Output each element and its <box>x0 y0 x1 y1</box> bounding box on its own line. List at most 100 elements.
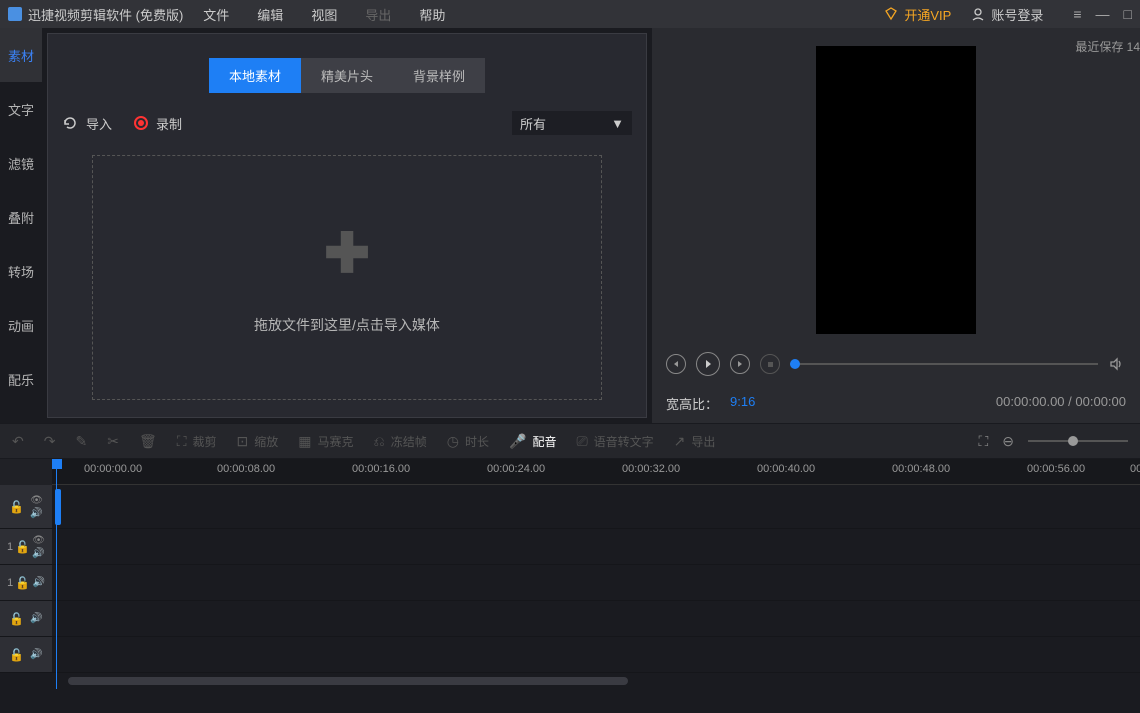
speaker-icon[interactable]: 🔊 <box>30 508 43 519</box>
time-current: 00:00:00.00 <box>996 394 1065 409</box>
menubar-right: 开通VIP 账号登录 ≡ — □ <box>884 5 1132 24</box>
import-label: 导入 <box>86 114 112 133</box>
lock-icon[interactable]: 🔓 <box>15 576 30 590</box>
track-body[interactable] <box>52 529 1140 564</box>
trash-icon: 🗑 <box>139 433 157 450</box>
ruler-tick: 00:00:08.00 <box>217 463 275 475</box>
timeline-scrollbar[interactable] <box>0 673 1140 689</box>
pencil-icon: ✎ <box>75 433 87 450</box>
media-dropzone[interactable]: ✚ 拖放文件到这里/点击导入媒体 <box>92 155 602 400</box>
menu-help[interactable]: 帮助 <box>419 5 445 24</box>
menu-file[interactable]: 文件 <box>203 5 229 24</box>
progress-bar[interactable] <box>790 363 1098 365</box>
zoom-out-button[interactable]: ⊖ <box>1002 433 1014 450</box>
mosaic-button[interactable]: ▦马赛克 <box>298 433 353 450</box>
playhead-marker[interactable] <box>52 459 62 469</box>
freeze-icon: ⎌ <box>374 433 385 450</box>
lock-icon[interactable]: 🔓 <box>9 500 24 514</box>
login-button[interactable]: 账号登录 <box>971 5 1043 24</box>
media-panel: 本地素材 精美片头 背景样例 导入 录制 所有 ▼ ✚ 拖放文件到这里/点击导入… <box>47 33 647 418</box>
sidebar-tab-overlay[interactable]: 叠附 <box>0 190 42 244</box>
speaker-icon[interactable]: 🔊 <box>32 577 44 588</box>
media-tab-opening[interactable]: 精美片头 <box>301 58 393 93</box>
zoom-label: 缩放 <box>254 433 278 450</box>
ruler-tick: 00:00:48.00 <box>892 463 950 475</box>
zoom-out-icon: ⊖ <box>1002 433 1014 450</box>
lock-icon[interactable]: 🔓 <box>9 648 24 662</box>
filter-select[interactable]: 所有 ▼ <box>512 111 632 135</box>
eye-icon[interactable]: 👁 <box>30 495 43 506</box>
import-button[interactable]: 导入 <box>62 114 112 133</box>
track-number: 1 <box>7 541 13 553</box>
preview-info: 宽高比： 9:16 00:00:00.00 / 00:00:00 <box>652 376 1140 413</box>
fit-icon: ⛶ <box>978 433 988 450</box>
timeline-area: 00:00:00.00 00:00:08.00 00:00:16.00 00:0… <box>0 459 1140 689</box>
mic-icon: 🎤 <box>509 433 526 450</box>
speaker-icon[interactable]: 🔊 <box>32 548 45 559</box>
aspect-value[interactable]: 9:16 <box>730 394 755 413</box>
save-label: 最近保存 14 <box>1075 38 1140 55</box>
voice-button[interactable]: 🎤配音 <box>509 433 556 450</box>
menu-view[interactable]: 视图 <box>311 5 337 24</box>
prev-frame-button[interactable] <box>666 354 686 374</box>
media-tab-background[interactable]: 背景样例 <box>393 58 485 93</box>
speaker-icon[interactable]: 🔊 <box>30 649 42 660</box>
sidebar-tab-text[interactable]: 文字 <box>0 82 42 136</box>
fit-button[interactable]: ⛶ <box>978 433 988 450</box>
eye-icon[interactable]: 👁 <box>32 535 45 546</box>
next-frame-button[interactable] <box>730 354 750 374</box>
export-button[interactable]: ↗导出 <box>674 433 716 450</box>
diamond-icon <box>884 7 898 21</box>
lock-icon[interactable]: 🔓 <box>9 612 24 626</box>
track-body[interactable] <box>52 637 1140 672</box>
track-toggles: 👁 🔊 <box>30 495 43 519</box>
media-tabs: 本地素材 精美片头 背景样例 <box>48 34 646 93</box>
edit-button[interactable]: ✎ <box>75 433 87 450</box>
track-body[interactable] <box>52 601 1140 636</box>
ruler-tick: 00:00:00.00 <box>84 463 142 475</box>
speaker-icon[interactable]: 🔊 <box>30 613 42 624</box>
sidebar: 素材 文字 滤镜 叠附 转场 动画 配乐 <box>0 28 42 423</box>
duration-button[interactable]: ◷时长 <box>447 433 489 450</box>
zoom-button[interactable]: ⊡缩放 <box>237 433 279 450</box>
freeze-button[interactable]: ⎌ 冻结帧 <box>374 433 427 450</box>
speech2text-button[interactable]: ⎚语音转文字 <box>576 433 653 450</box>
menu-edit[interactable]: 编辑 <box>257 5 283 24</box>
menu-export[interactable]: 导出 <box>365 5 391 24</box>
sidebar-tab-transition[interactable]: 转场 <box>0 244 42 298</box>
zoom-slider-thumb[interactable] <box>1068 436 1078 446</box>
media-tab-local[interactable]: 本地素材 <box>209 58 301 93</box>
scrollbar-thumb[interactable] <box>68 677 628 685</box>
lock-icon[interactable]: 🔓 <box>15 540 30 554</box>
preview-video[interactable] <box>816 46 976 334</box>
timeline-ruler[interactable]: 00:00:00.00 00:00:08.00 00:00:16.00 00:0… <box>52 459 1140 485</box>
sidebar-tab-animation[interactable]: 动画 <box>0 298 42 352</box>
play-button[interactable] <box>696 352 720 376</box>
cut-button[interactable]: ✂ <box>107 433 119 450</box>
hamburger-icon[interactable]: ≡ <box>1073 6 1081 22</box>
sidebar-tab-music[interactable]: 配乐 <box>0 352 42 406</box>
minimize-icon[interactable]: — <box>1096 6 1110 22</box>
menu-items: 文件 编辑 视图 导出 帮助 <box>203 5 445 24</box>
delete-button[interactable]: 🗑 <box>139 433 157 450</box>
chevron-down-icon: ▼ <box>611 116 624 131</box>
playback-controls <box>652 334 1140 376</box>
sidebar-tab-filter[interactable]: 滤镜 <box>0 136 42 190</box>
mosaic-icon: ▦ <box>298 433 311 450</box>
progress-thumb[interactable] <box>790 359 800 369</box>
freeze-label: 冻结帧 <box>391 433 427 450</box>
redo-button[interactable]: ↷ <box>44 433 56 450</box>
volume-icon[interactable] <box>1108 355 1126 373</box>
track-body[interactable] <box>52 485 1140 528</box>
track-body[interactable] <box>52 565 1140 600</box>
maximize-icon[interactable]: □ <box>1124 6 1132 22</box>
app-title: 迅捷视频剪辑软件 (免费版) <box>28 5 183 24</box>
undo-button[interactable]: ↶ <box>12 433 24 450</box>
zoom-slider[interactable] <box>1028 440 1128 442</box>
crop-button[interactable]: ⛶裁剪 <box>177 433 217 450</box>
record-button[interactable]: 录制 <box>134 114 182 133</box>
vip-button[interactable]: 开通VIP <box>884 5 951 24</box>
clock-icon: ◷ <box>447 433 459 450</box>
sidebar-tab-material[interactable]: 素材 <box>0 28 42 82</box>
stop-button[interactable] <box>760 354 780 374</box>
